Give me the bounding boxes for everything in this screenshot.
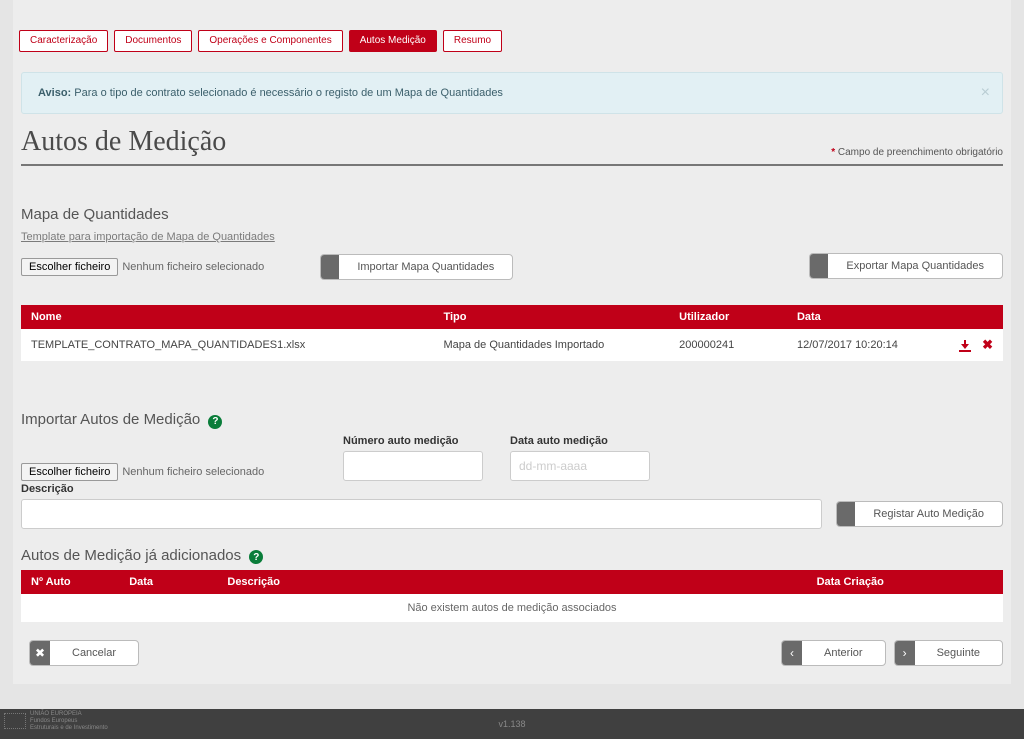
col-data-criacao: Data Criação bbox=[807, 570, 1003, 594]
col-desc: Descrição bbox=[217, 570, 806, 594]
col-nauto: Nº Auto bbox=[21, 570, 119, 594]
col-nome: Nome bbox=[21, 305, 433, 329]
empty-row: Não existem autos de medição associados bbox=[21, 594, 1003, 622]
required-note: * Campo de preenchimento obrigatório bbox=[831, 147, 1003, 158]
tab-autos-medicao[interactable]: Autos Medição bbox=[349, 30, 437, 52]
close-icon[interactable]: × bbox=[981, 84, 990, 102]
alert-box: Aviso: Para o tipo de contrato seleciona… bbox=[21, 72, 1003, 114]
alert-bold: Aviso: bbox=[38, 87, 71, 99]
file-picker-autos: Escolher ficheiro Nenhum ficheiro seleci… bbox=[21, 463, 331, 481]
import-icon bbox=[321, 255, 339, 279]
delete-icon[interactable]: ✖ bbox=[982, 337, 993, 352]
date-auto-input[interactable] bbox=[510, 451, 650, 481]
section-autos-added: Autos de Medição já adicionados ? Nº Aut… bbox=[21, 547, 1003, 623]
import-map-button[interactable]: Importar Mapa Quantidades bbox=[320, 254, 513, 280]
previous-button[interactable]: ‹ Anterior bbox=[781, 640, 886, 666]
cancel-button[interactable]: ✖ Cancelar bbox=[29, 640, 139, 666]
download-icon[interactable] bbox=[959, 340, 971, 352]
map-table: Nome Tipo Utilizador Data TEMPLATE_CONTR… bbox=[21, 305, 1003, 361]
next-button[interactable]: › Seguinte bbox=[894, 640, 1003, 666]
import-autos-title: Importar Autos de Medição ? bbox=[21, 411, 1003, 429]
alert-text: Para o tipo de contrato selecionado é ne… bbox=[71, 87, 503, 99]
register-icon bbox=[837, 502, 855, 526]
cell-utilizador: 200000241 bbox=[669, 329, 787, 361]
chevron-left-icon: ‹ bbox=[782, 641, 802, 665]
cell-tipo: Mapa de Quantidades Importado bbox=[433, 329, 669, 361]
empty-message: Não existem autos de medição associados bbox=[21, 594, 1003, 622]
export-icon bbox=[810, 254, 828, 278]
help-icon[interactable]: ? bbox=[249, 550, 263, 564]
tab-caracterizacao[interactable]: Caracterização bbox=[19, 30, 108, 52]
export-map-button[interactable]: Exportar Mapa Quantidades bbox=[809, 253, 1003, 279]
col-data: Data bbox=[787, 305, 944, 329]
cell-data: 12/07/2017 10:20:14 bbox=[787, 329, 944, 361]
tabs-bar: Caracterização Documentos Operações e Co… bbox=[13, 0, 1011, 58]
choose-file-autos-button[interactable]: Escolher ficheiro bbox=[21, 463, 118, 481]
map-section-title: Mapa de Quantidades bbox=[21, 206, 1003, 223]
section-mapa-quantidades: Mapa de Quantidades Template para import… bbox=[21, 206, 1003, 361]
file-status-autos: Nenhum ficheiro selecionado bbox=[122, 466, 264, 478]
eu-logo-icon bbox=[4, 713, 26, 729]
autos-added-title: Autos de Medição já adicionados ? bbox=[21, 547, 1003, 565]
desc-label: Descrição bbox=[21, 483, 1003, 495]
bottom-nav: ✖ Cancelar ‹ Anterior › Seguinte bbox=[21, 640, 1003, 666]
cell-nome: TEMPLATE_CONTRATO_MAPA_QUANTIDADES1.xlsx bbox=[21, 329, 433, 361]
template-link[interactable]: Template para importação de Mapa de Quan… bbox=[21, 231, 275, 243]
col-utilizador: Utilizador bbox=[669, 305, 787, 329]
autos-added-table: Nº Auto Data Descrição Data Criação Não … bbox=[21, 570, 1003, 622]
version-text: v1.138 bbox=[498, 719, 525, 729]
tab-documentos[interactable]: Documentos bbox=[114, 30, 192, 52]
col-tipo: Tipo bbox=[433, 305, 669, 329]
date-auto-label: Data auto medição bbox=[510, 435, 670, 447]
table-row: TEMPLATE_CONTRATO_MAPA_QUANTIDADES1.xlsx… bbox=[21, 329, 1003, 361]
col-data2: Data bbox=[119, 570, 217, 594]
tab-operacoes[interactable]: Operações e Componentes bbox=[198, 30, 342, 52]
desc-input[interactable] bbox=[21, 499, 822, 529]
num-auto-label: Número auto medição bbox=[343, 435, 498, 447]
page-title: Autos de Medição bbox=[21, 126, 226, 158]
num-auto-input[interactable] bbox=[343, 451, 483, 481]
section-import-autos: Importar Autos de Medição ? Escolher fic… bbox=[21, 411, 1003, 529]
help-icon[interactable]: ? bbox=[208, 415, 222, 429]
register-auto-button[interactable]: Registar Auto Medição bbox=[836, 501, 1003, 527]
footer-text: UNIÃO EUROPEIA Fundos Europeus Estrutura… bbox=[30, 711, 108, 733]
chevron-right-icon: › bbox=[895, 641, 915, 665]
tab-resumo[interactable]: Resumo bbox=[443, 30, 502, 52]
cancel-icon: ✖ bbox=[30, 641, 50, 665]
